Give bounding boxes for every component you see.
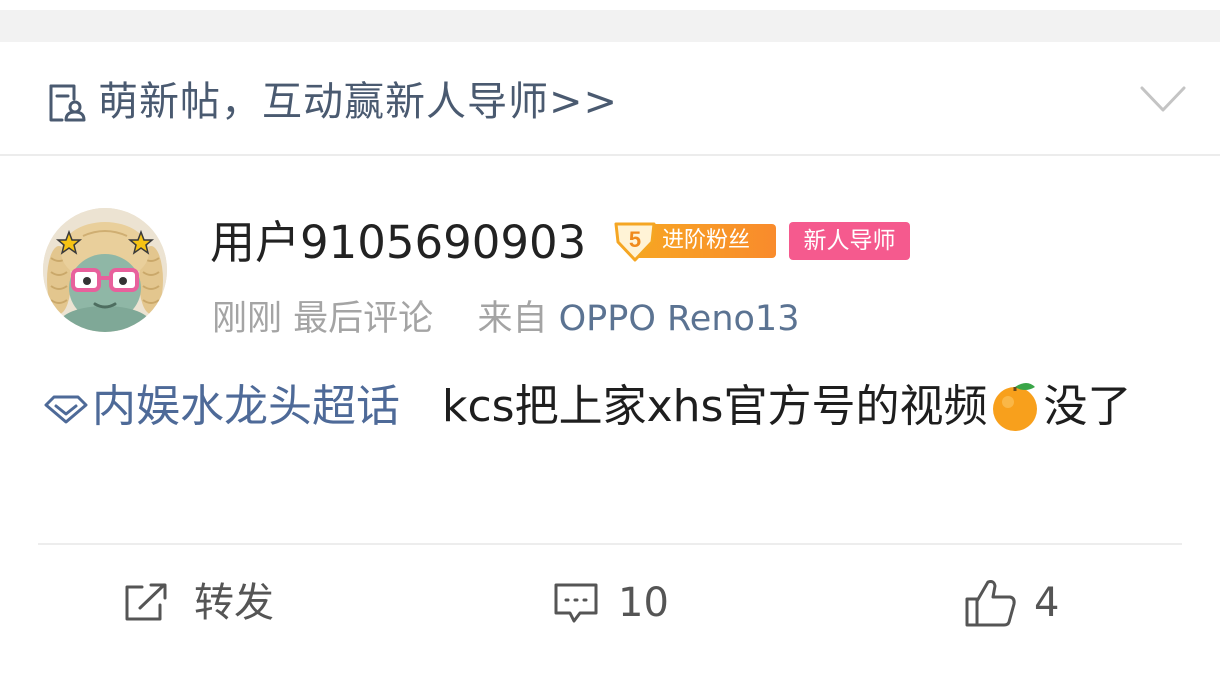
fan-level-badge[interactable]: 5 进阶粉丝 bbox=[612, 220, 776, 262]
avatar[interactable] bbox=[43, 208, 167, 332]
fan-level-shield-icon: 5 bbox=[614, 222, 656, 262]
post-activity: 最后评论 bbox=[293, 299, 434, 339]
topic-link[interactable]: 内娱水龙头超话 bbox=[44, 381, 400, 432]
from-label: 来自 bbox=[477, 299, 548, 339]
post-time: 刚刚 bbox=[212, 299, 283, 339]
repost-icon bbox=[125, 583, 167, 621]
newbie-banner[interactable]: 萌新帖，互动赢新人导师>> bbox=[0, 42, 1220, 156]
post-screen: 萌新帖，互动赢新人导师>> 用户9105690903 5 进阶粉丝 新人导师 刚… bbox=[0, 0, 1220, 688]
username[interactable]: 用户9105690903 bbox=[210, 214, 586, 272]
repost-button[interactable]: 转发 bbox=[122, 575, 274, 631]
fan-level-number: 5 bbox=[629, 227, 641, 252]
cartoon-avatar-image bbox=[43, 208, 167, 332]
fan-badge-label: 进阶粉丝 bbox=[662, 228, 751, 253]
repost-label: 转发 bbox=[194, 580, 274, 626]
chevron-down-icon[interactable] bbox=[1140, 84, 1186, 114]
orange-emoji bbox=[993, 383, 1038, 431]
device-link[interactable]: OPPO Reno13 bbox=[559, 299, 800, 339]
comment-count: 10 bbox=[618, 580, 669, 626]
banner-title: 萌新帖，互动赢新人导师>> bbox=[98, 79, 619, 125]
mentor-badge[interactable]: 新人导师 bbox=[789, 222, 910, 260]
comment-icon bbox=[554, 583, 598, 623]
divider bbox=[38, 543, 1182, 545]
diamond-topic-icon bbox=[44, 395, 88, 424]
post-text-main: kcs把上家xhs官方号的视频 bbox=[442, 381, 988, 432]
comment-button[interactable]: 10 bbox=[552, 575, 669, 631]
like-count: 4 bbox=[1034, 580, 1060, 626]
post-content: 内娱水龙头超话 kcs把上家xhs官方号的视频 没了 bbox=[44, 376, 1184, 438]
post-meta: 刚刚 最后评论 来自 OPPO Reno13 bbox=[212, 296, 799, 342]
post-text-tail: 没了 bbox=[1043, 381, 1132, 432]
newbie-post-icon bbox=[49, 84, 86, 122]
section-gap bbox=[0, 0, 1220, 42]
topic-label: 内娱水龙头超话 bbox=[92, 381, 400, 432]
thumbs-up-icon bbox=[965, 580, 1016, 627]
like-button[interactable]: 4 bbox=[964, 575, 1059, 631]
